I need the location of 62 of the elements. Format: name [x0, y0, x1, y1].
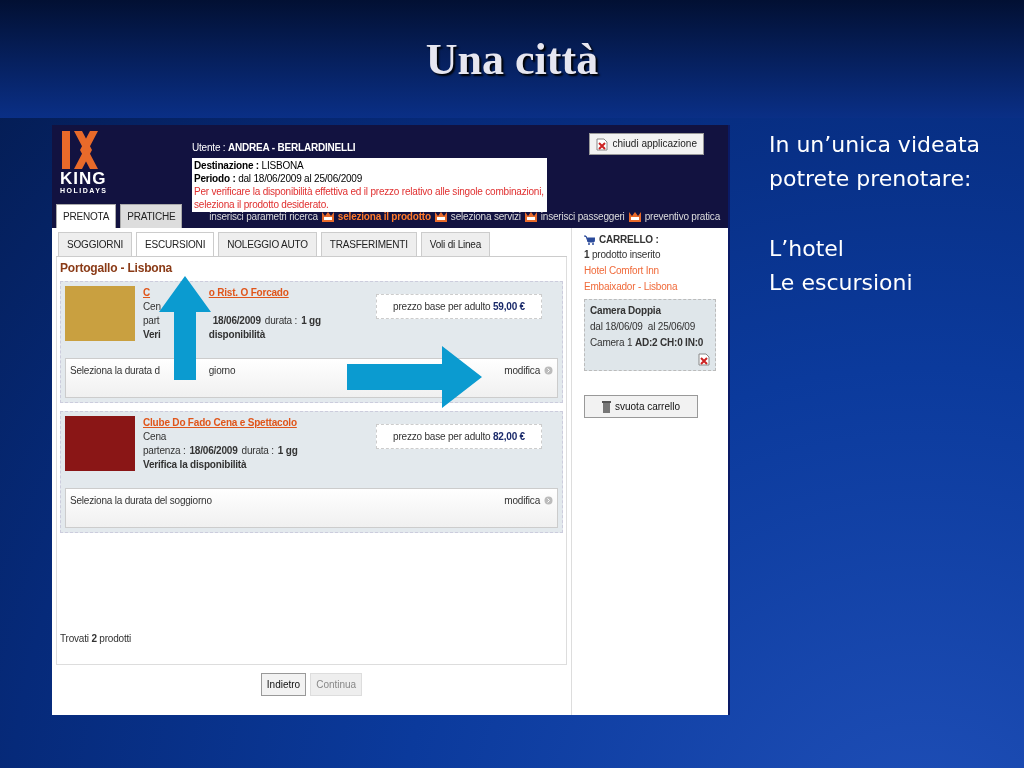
cart-icon	[584, 234, 595, 245]
hotel-name: Embaixador - Lisbona	[584, 280, 679, 294]
category-tab[interactable]: SOGGIORNI	[58, 232, 132, 256]
destination-heading: Portogallo - Lisbona	[60, 261, 172, 275]
availability-text: disponibilità	[208, 329, 266, 340]
main-tab[interactable]: PRENOTA	[56, 204, 117, 228]
price-tag: prezzo base per adulto 59,00 €	[376, 294, 542, 319]
category-tab[interactable]: ESCURSIONI	[136, 232, 215, 256]
cart-title: CARRELLO :	[599, 233, 659, 247]
close-app-button[interactable]: chiudi applicazione	[589, 133, 704, 155]
wizard-step: seleziona il prodotto	[337, 209, 431, 224]
results-count: Trovati 2 prodotti	[60, 632, 133, 646]
availability-text: Verifica la disponibilità	[143, 459, 247, 470]
delete-icon	[596, 137, 609, 151]
period-line: Periodo : dal 18/06/2009 al 25/06/2009	[194, 172, 364, 185]
price-tag: prezzo base per adulto 82,00 €	[376, 424, 542, 449]
chevron-icon	[544, 496, 553, 505]
duration-value: 1 gg	[301, 315, 321, 326]
duration-prompt: Seleziona la durata del soggiorno	[70, 495, 212, 506]
category-tab[interactable]: TRASFERIMENTI	[320, 232, 417, 256]
product-category: Cen	[143, 301, 161, 312]
nav-button[interactable]: Indietro	[260, 673, 307, 696]
room-occupancy: Camera 1 AD:2 CH:0 IN:0	[590, 336, 705, 350]
destination-line: Destinazione : LISBONA	[194, 159, 305, 172]
notice-text: Per verificare la disponibilità effettiva ed il prezzo relativo alle singole combinazioni, seleziona il prodotto desiderato.	[194, 185, 545, 211]
photo-placeholder	[65, 286, 135, 341]
wizard-step: preventivo pratica	[644, 209, 720, 224]
departure-label: partenza :	[143, 445, 186, 456]
chevron-icon	[544, 366, 553, 375]
room-type: Camera Doppia	[590, 304, 662, 318]
departure-label: part	[143, 315, 160, 326]
logo-text: KING	[60, 171, 108, 186]
duration-label: durata :	[241, 445, 274, 456]
cart-count: 1 prodotto inserito	[584, 248, 662, 262]
departure-date: 18/06/2009	[189, 445, 238, 456]
modify-link[interactable]: modifica	[504, 493, 553, 508]
duration-label: durata :	[264, 315, 298, 326]
wizard-step: inserisci parametri ricerca	[209, 209, 318, 224]
modify-link[interactable]: modifica	[504, 363, 553, 378]
wizard-step: inserisci passeggeri	[540, 209, 625, 224]
room-dates: dal 18/06/09 al 25/06/09	[590, 320, 697, 334]
trash-icon	[602, 400, 611, 413]
departure-date: 18/06/2009	[212, 315, 261, 326]
duration-value: 1 gg	[277, 445, 298, 456]
bullet-text: In un’unica videata potrete prenotare:	[769, 131, 982, 194]
main-tab[interactable]: PRATICHE	[120, 204, 183, 228]
duration-prompt: giorno	[208, 365, 236, 376]
delete-icon	[698, 352, 710, 366]
empty-cart-button[interactable]: svuota carrello	[584, 395, 698, 418]
product-category: Cena	[143, 431, 167, 442]
hotel-name: Hotel Comfort Inn	[584, 264, 660, 278]
availability-text: Veri	[143, 329, 161, 340]
user-line: Utente : ANDREA - BERLARDINELLI	[192, 141, 357, 154]
slide-title: Una città	[424, 34, 600, 82]
crown-icon	[628, 211, 641, 222]
duration-prompt: Seleziona la durata d	[70, 365, 160, 376]
bullet-text: Le escursioni	[769, 269, 914, 298]
bullet-text: L’hotel	[769, 235, 845, 264]
photo-placeholder	[65, 416, 135, 471]
wizard-step: seleziona servizi	[450, 209, 521, 224]
category-tab[interactable]: NOLEGGIO AUTO	[218, 232, 317, 256]
category-tab[interactable]: Voli di Linea	[420, 232, 491, 256]
